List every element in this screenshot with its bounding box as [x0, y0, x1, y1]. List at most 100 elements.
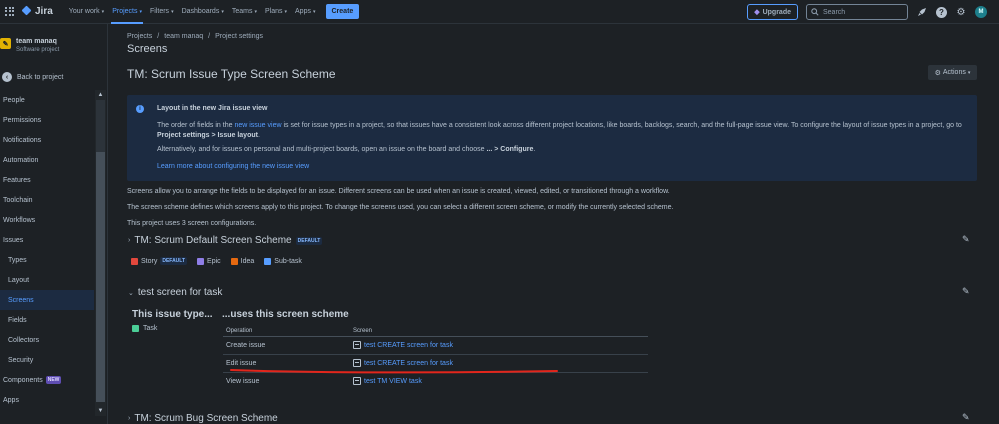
issue-type-story: Story DEFAULT [131, 257, 188, 265]
nav-projects[interactable]: Projects ▾ [108, 0, 146, 24]
learn-more-link[interactable]: Learn more about configuring the new iss… [157, 163, 309, 170]
chevron-down-icon: ▾ [139, 8, 142, 15]
scroll-track [96, 100, 105, 152]
issue-type-idea: Idea [230, 257, 254, 265]
project-type: Software project [16, 47, 60, 53]
settings-gear-icon[interactable]: ⚙ [955, 6, 967, 18]
app-switcher-icon[interactable] [5, 6, 15, 17]
nav-plans[interactable]: Plans ▾ [261, 0, 291, 24]
breadcrumb-project-settings[interactable]: Project settings [215, 33, 263, 40]
story-icon [131, 257, 138, 265]
arrow-left-icon: ‹ [2, 72, 12, 82]
project-name: team manaq [16, 38, 57, 45]
sidebar-item-automation[interactable]: Automation [0, 150, 94, 170]
description-paragraph: Screens allow you to arrange the fields … [127, 188, 670, 195]
nav-apps[interactable]: Apps ▾ [291, 0, 319, 24]
sidebar-item-people[interactable]: People [0, 90, 94, 110]
avatar[interactable]: M [975, 6, 987, 18]
screen-icon [353, 359, 361, 367]
nav-dashboards[interactable]: Dashboards ▾ [178, 0, 228, 24]
nav-items: Your work ▾ Projects ▾ Filters ▾ Dashboards… [65, 0, 320, 24]
chevron-down-icon: ▾ [171, 8, 174, 15]
issue-type-column-heading: This issue type... [132, 309, 213, 320]
sidebar-item-fields[interactable]: Fields [0, 310, 94, 330]
default-badge: DEFAULT [160, 257, 188, 265]
sidebar-item-issues[interactable]: Issues [0, 230, 94, 250]
sidebar-item-apps[interactable]: Apps [0, 390, 94, 410]
breadcrumb: Projects / team manaq / Project settings [127, 33, 263, 40]
sidebar-scrollbar[interactable]: ▲ ▼ [95, 90, 106, 416]
help-icon[interactable]: ? [936, 6, 947, 18]
breadcrumb-separator: / [157, 33, 160, 40]
info-title: Layout in the new Jira issue view [157, 105, 268, 112]
breadcrumb-projects[interactable]: Projects [127, 33, 152, 40]
chevron-right-icon: › [128, 237, 131, 244]
notifications-rocket-icon[interactable] [916, 6, 928, 18]
nav-teams[interactable]: Teams ▾ [228, 0, 261, 24]
sidebar-item-permissions[interactable]: Permissions [0, 110, 94, 130]
info-paragraph-2: Alternatively, and for issues on persona… [157, 146, 536, 153]
top-navigation: Jira Your work ▾ Projects ▾ Filters ▾ Dashb… [0, 0, 999, 24]
gem-icon: ◆ [754, 9, 760, 16]
info-panel: i Layout in the new Jira issue view The … [127, 95, 977, 181]
create-button[interactable]: Create [325, 4, 360, 19]
sidebar-item-layout[interactable]: Layout [0, 270, 94, 290]
breadcrumb-team-manaq[interactable]: team manaq [164, 33, 203, 40]
section-bug-scheme-toggle[interactable]: › TM: Scrum Bug Screen Scheme [128, 413, 278, 424]
sidebar-item-toolchain[interactable]: Toolchain [0, 190, 94, 210]
sidebar-item-workflows[interactable]: Workflows [0, 210, 94, 230]
nav-filters[interactable]: Filters ▾ [146, 0, 178, 24]
edit-pencil-icon[interactable]: ✎ [962, 234, 970, 245]
back-to-project-link[interactable]: ‹ Back to project [2, 72, 63, 82]
breadcrumb-separator: / [208, 33, 211, 40]
epic-icon [197, 257, 205, 265]
chevron-down-icon: ▾ [967, 69, 971, 76]
scroll-up-arrow-icon[interactable]: ▲ [95, 90, 106, 100]
sidebar-item-components[interactable]: Components NEW [0, 370, 94, 390]
screen-scheme-column-heading: ...uses this screen scheme [222, 309, 349, 320]
table-row: View issue test TM VIEW task [226, 377, 422, 385]
scroll-down-arrow-icon[interactable]: ▼ [95, 406, 106, 416]
table-header: Operation Screen [223, 326, 648, 337]
sidebar-item-notifications[interactable]: Notifications [0, 130, 94, 150]
nav-your-work[interactable]: Your work ▾ [65, 0, 108, 24]
sidebar-item-screens[interactable]: Screens [0, 290, 94, 310]
edit-pencil-icon[interactable]: ✎ [962, 412, 970, 423]
search-input[interactable]: Search [806, 4, 908, 20]
upgrade-button[interactable]: ◆ Upgrade [747, 4, 798, 20]
chevron-down-icon: ▾ [221, 8, 224, 15]
screen-link[interactable]: test CREATE screen for task [353, 359, 453, 367]
issue-type-subtask: Sub-task [264, 257, 302, 265]
issue-type-task: Task [132, 325, 157, 332]
section-default-scheme-toggle[interactable]: › TM: Scrum Default Screen Scheme DEFAUL… [128, 235, 323, 246]
new-badge: NEW [45, 376, 62, 384]
sidebar-item-features[interactable]: Features [0, 170, 94, 190]
issue-type-epic: Epic [197, 257, 221, 265]
sidebar-item-types[interactable]: Types [0, 250, 94, 270]
sidebar-item-security[interactable]: Security [0, 350, 94, 370]
screen-link[interactable]: test CREATE screen for task [353, 341, 453, 349]
actions-button[interactable]: ⚙ Actions ▾ [928, 65, 977, 80]
jira-logo[interactable]: Jira [23, 6, 53, 17]
scheme-title: TM: Scrum Issue Type Screen Scheme [127, 67, 336, 81]
project-header[interactable]: ✎ team manaq Software project [0, 38, 59, 54]
sidebar-list: People Permissions Notifications Automat… [0, 90, 94, 420]
chevron-down-icon: ⌄ [128, 289, 134, 297]
default-badge: DEFAULT [295, 236, 323, 245]
red-annotation-underline [230, 369, 558, 374]
info-paragraph: The order of fields in the new issue vie… [157, 122, 962, 139]
edit-pencil-icon[interactable]: ✎ [962, 286, 970, 297]
issue-type-list: Story DEFAULT Epic Idea Sub-task [131, 257, 302, 265]
top-right-controls: ◆ Upgrade Search ? ⚙ M [747, 4, 987, 20]
scroll-thumb[interactable] [96, 152, 105, 402]
section-task-scheme-toggle[interactable]: ⌄ test screen for task [128, 287, 222, 298]
search-icon [811, 8, 819, 16]
sidebar-item-collectors[interactable]: Collectors [0, 330, 94, 350]
project-avatar-icon: ✎ [0, 38, 11, 49]
task-icon [132, 325, 139, 332]
new-issue-view-link[interactable]: new issue view [234, 122, 281, 129]
idea-icon [230, 257, 238, 265]
screen-count-text: This project uses 3 screen configuration… [127, 220, 257, 227]
jira-logo-icon [23, 7, 32, 16]
screen-link[interactable]: test TM VIEW task [353, 377, 422, 385]
